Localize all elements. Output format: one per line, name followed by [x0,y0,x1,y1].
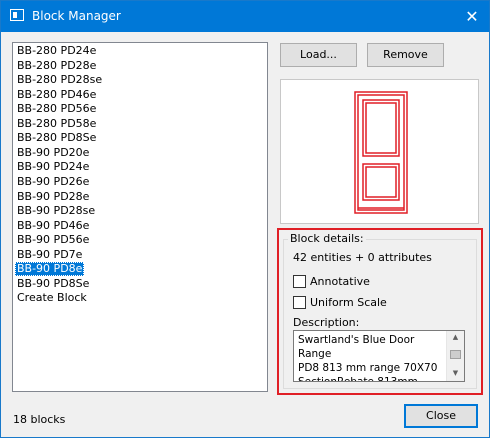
close-button-label: Close [426,409,456,422]
door-outline [365,102,397,154]
door-outline [362,99,400,157]
window-title: Block Manager [32,9,121,23]
description-text: Swartland's Blue Door Range PD8 813 mm r… [298,334,438,382]
description-label: Description: [293,316,360,329]
block-list-item[interactable]: BB-90 PD28se [15,204,97,218]
block-preview [280,79,479,224]
block-list-item[interactable]: BB-90 PD56e [15,233,91,247]
uniform-scale-checkbox-row[interactable]: Uniform Scale [293,294,387,310]
block-count-status: 18 blocks [13,413,66,426]
uniform-scale-label: Uniform Scale [310,295,387,309]
block-manager-dialog: Block Manager ✕ BB-280 PD24e BB-280 PD28e… [0,0,490,438]
description-field[interactable]: Swartland's Blue Door Range PD8 813 mm r… [293,330,465,382]
scroll-up-icon[interactable]: ▲ [447,333,464,341]
block-list-item[interactable]: BB-90 PD26e [15,175,91,189]
close-button[interactable]: Close [404,404,478,428]
block-list-item[interactable]: Create Block [15,291,89,305]
close-window-icon[interactable]: ✕ [455,1,489,32]
block-list-item[interactable]: BB-90 PD28e [15,190,91,204]
annotative-checkbox-row[interactable]: Annotative [293,273,370,289]
block-list-item[interactable]: BB-90 PD7e [15,248,84,262]
block-list[interactable]: BB-280 PD24e BB-280 PD28e BB-280 PD28se BB-… [12,42,268,392]
remove-button-label: Remove [383,48,428,61]
block-list-item[interactable]: BB-280 PD58e [15,117,98,131]
block-list-item[interactable]: BB-280 PD56e [15,102,98,116]
block-list-item[interactable]: BB-90 PD46e [15,219,91,233]
door-preview-drawing [354,91,408,214]
block-list-item[interactable]: BB-90 PD24e [15,160,91,174]
entity-count: 42 entities + 0 attributes [293,251,432,264]
description-scrollbar[interactable]: ▲ ▼ [446,331,464,381]
block-list-item[interactable]: BB-280 PD8Se [15,131,98,145]
block-list-item[interactable]: BB-280 PD24e [15,44,98,58]
block-list-item[interactable]: BB-90 PD8e [15,262,85,277]
load-button-label: Load... [300,48,337,61]
annotative-label: Annotative [310,274,370,288]
block-list-item[interactable]: BB-90 PD8Se [15,277,91,291]
scroll-thumb[interactable] [450,350,461,359]
uniform-scale-checkbox[interactable] [293,295,306,309]
door-outline [362,163,400,201]
remove-button[interactable]: Remove [367,43,444,67]
annotative-checkbox[interactable] [293,274,306,288]
block-details-label: Block details: [288,232,366,245]
block-list-item[interactable]: BB-280 PD46e [15,88,98,102]
scroll-down-icon[interactable]: ▼ [447,369,464,377]
block-list-item[interactable]: BB-280 PD28e [15,59,98,73]
block-manager-icon [10,9,24,21]
block-list-item[interactable]: BB-280 PD28se [15,73,104,87]
load-button[interactable]: Load... [280,43,357,67]
block-list-item[interactable]: BB-90 PD20e [15,146,91,160]
door-outline [365,166,397,198]
title-bar[interactable]: Block Manager ✕ [1,1,489,32]
